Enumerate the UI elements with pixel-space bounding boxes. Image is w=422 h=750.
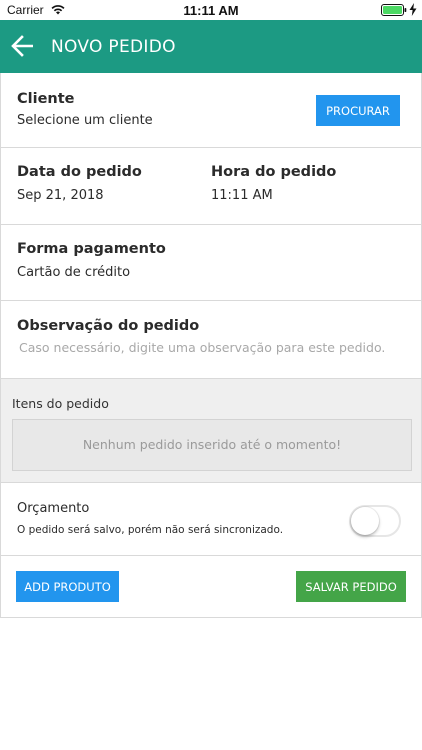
- orcamento-toggle[interactable]: [349, 505, 401, 537]
- add-produto-button[interactable]: ADD PRODUTO: [16, 571, 119, 602]
- charging-icon: [409, 3, 417, 16]
- orcamento-description: O pedido será salvo, porém não será sinc…: [17, 524, 284, 536]
- observacao-section: Observação do pedido Caso necessário, di…: [0, 301, 422, 379]
- salvar-pedido-button[interactable]: SALVAR PEDIDO: [296, 571, 406, 602]
- empty-items-message: Nenhum pedido inserido até o momento!: [82, 437, 342, 452]
- itens-section: Itens do pedido Nenhum pedido inserido a…: [0, 379, 422, 482]
- procurar-button[interactable]: PROCURAR: [316, 95, 400, 126]
- observacao-label: Observação do pedido: [17, 318, 200, 334]
- actions-section: ADD PRODUTO SALVAR PEDIDO: [0, 556, 422, 618]
- orcamento-section: Orçamento O pedido será salvo, porém não…: [0, 482, 422, 556]
- toggle-knob: [351, 507, 379, 535]
- hora-pedido-label: Hora do pedido: [211, 164, 337, 180]
- itens-title: Itens do pedido: [12, 396, 109, 411]
- cliente-section[interactable]: Cliente Selecione um cliente PROCURAR: [0, 73, 422, 148]
- hora-pedido-field[interactable]: Hora do pedido 11:11 AM: [201, 148, 421, 224]
- status-bar: Carrier 11:11 AM: [0, 0, 422, 20]
- battery-icon: [381, 4, 407, 16]
- data-pedido-value: Sep 21, 2018: [17, 188, 104, 203]
- empty-items-box: Nenhum pedido inserido até o momento!: [12, 419, 412, 471]
- forma-pagamento-value: Cartão de crédito: [17, 265, 131, 280]
- app-bar: NOVO PEDIDO: [0, 20, 422, 73]
- observacao-input[interactable]: Caso necessário, digite uma observação p…: [19, 340, 385, 355]
- cliente-label: Cliente: [17, 91, 75, 107]
- data-pedido-field[interactable]: Data do pedido Sep 21, 2018: [1, 148, 201, 224]
- page-title: NOVO PEDIDO: [51, 37, 176, 57]
- orcamento-label: Orçamento: [17, 501, 90, 516]
- hora-pedido-value: 11:11 AM: [211, 188, 273, 203]
- data-hora-section: Data do pedido Sep 21, 2018 Hora do pedi…: [0, 148, 422, 225]
- arrow-left-icon[interactable]: [11, 35, 35, 57]
- clock: 11:11 AM: [183, 3, 239, 18]
- forma-pagamento-section[interactable]: Forma pagamento Cartão de crédito: [0, 225, 422, 301]
- forma-pagamento-label: Forma pagamento: [17, 241, 166, 257]
- cliente-value: Selecione um cliente: [17, 113, 153, 128]
- data-pedido-label: Data do pedido: [17, 164, 142, 180]
